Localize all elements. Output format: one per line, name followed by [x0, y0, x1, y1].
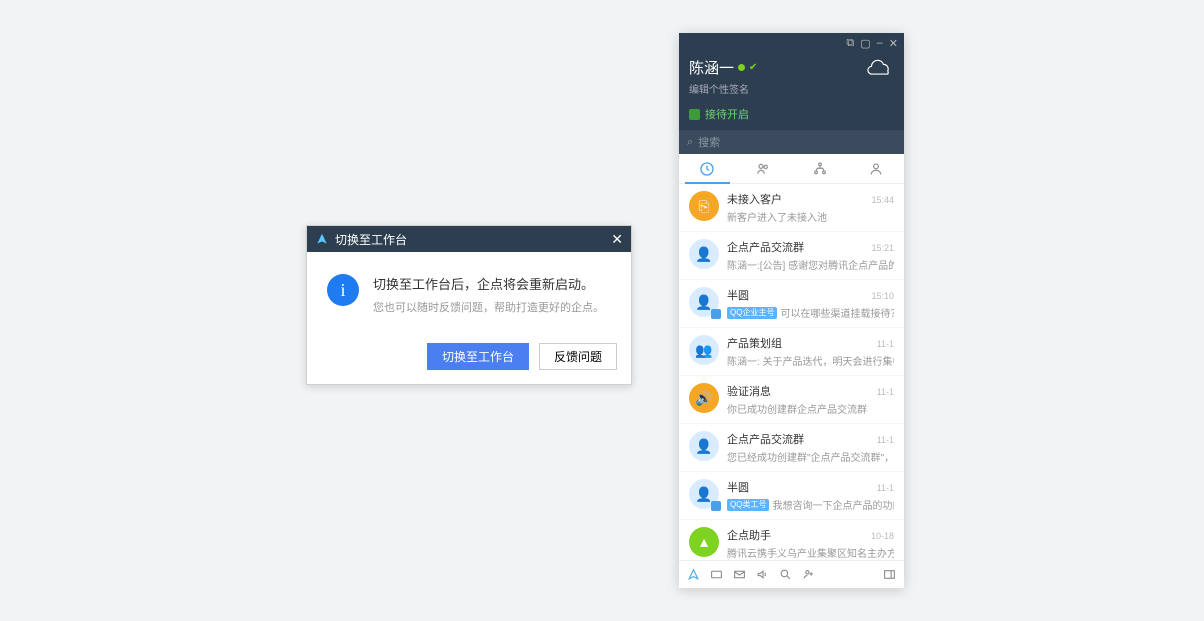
- footer-sound-icon[interactable]: [756, 568, 769, 581]
- tab-contacts[interactable]: [735, 154, 791, 183]
- main-window: ⧉ ▢ – ✕ 陈涵一 ✔ 编辑个性签名 接待开启 ⌕ 搜索: [679, 33, 904, 588]
- conversation-preview: QQ类工号我想咨询一下企点产品的功能: [727, 497, 894, 512]
- tab-recent[interactable]: [679, 154, 735, 183]
- conversation-time: 11-1: [877, 339, 894, 349]
- footer-mail-icon[interactable]: [733, 568, 746, 581]
- nav-tabs: [679, 154, 904, 184]
- conversation-time: 15:44: [871, 195, 894, 205]
- conversation-time: 11-1: [877, 435, 894, 445]
- avatar: 🔊: [689, 383, 719, 413]
- footer-adduser-icon[interactable]: [802, 568, 815, 581]
- tab-profile[interactable]: [848, 154, 904, 183]
- conversation-preview: 腾讯云携手义乌产业集聚区知名主办方举办: [727, 545, 894, 560]
- window-header: ⧉ ▢ – ✕ 陈涵一 ✔ 编辑个性签名 接待开启: [679, 33, 904, 130]
- dialog-footer: 切换至工作台 反馈问题: [307, 333, 631, 384]
- conversation-time: 11-1: [877, 483, 894, 493]
- source-badge: QQ企业主号: [727, 307, 777, 319]
- status-text: 接待开启: [705, 106, 749, 122]
- username-text: 陈涵一: [689, 57, 734, 78]
- conversation-item[interactable]: ▲ 企点助手 10-18 腾讯云携手义乌产业集聚区知名主办方举办: [679, 520, 904, 560]
- window-controls: ⧉ ▢ – ✕: [846, 37, 898, 50]
- footer-toolbar: [679, 560, 904, 588]
- avatar: 👤: [689, 239, 719, 269]
- conversation-item[interactable]: 👤 企点产品交流群 11-1 您已经成功创建群"企点产品交流群"，马上: [679, 424, 904, 472]
- switch-workbench-dialog: 切换至工作台 ✕ i 切换至工作台后，企点将会重新启动。 您也可以随时反馈问题，…: [306, 225, 632, 385]
- conversation-time: 11-1: [877, 387, 894, 397]
- conversation-title: 验证消息: [727, 383, 771, 399]
- avatar: 👥: [689, 335, 719, 365]
- source-badge: QQ类工号: [727, 499, 769, 511]
- footer-search-icon[interactable]: [779, 568, 792, 581]
- dialog-submessage: 您也可以随时反馈问题，帮助打造更好的企点。: [373, 299, 604, 315]
- conversation-preview: 陈涵一: 关于产品迭代，明天会进行集中的培: [727, 353, 894, 368]
- toggle-sidebar-icon[interactable]: ⧉: [846, 37, 854, 50]
- conversation-title: 企点产品交流群: [727, 239, 804, 255]
- conversation-preview: 您已经成功创建群"企点产品交流群"，马上: [727, 449, 894, 464]
- verified-icon: ✔: [749, 62, 757, 73]
- minimize-icon[interactable]: –: [877, 37, 883, 50]
- conversation-title: 产品策划组: [727, 335, 782, 351]
- conversation-item[interactable]: 🔊 验证消息 11-1 你已成功创建群企点产品交流群: [679, 376, 904, 424]
- conversation-preview: 新客户进入了未接入池: [727, 209, 894, 224]
- dialog-message: 切换至工作台后，企点将会重新启动。: [373, 274, 604, 293]
- username[interactable]: 陈涵一 ✔: [689, 57, 866, 78]
- conversation-item[interactable]: 👤 半圆 11-1 QQ类工号我想咨询一下企点产品的功能: [679, 472, 904, 520]
- conversation-title: 半圆: [727, 479, 749, 495]
- conversation-time: 15:10: [871, 291, 894, 301]
- status-square-icon: [689, 109, 700, 120]
- avatar: 👤: [689, 479, 719, 509]
- bubble-icon[interactable]: ▢: [860, 37, 870, 50]
- dialog-titlebar[interactable]: 切换至工作台 ✕: [307, 226, 631, 252]
- status-dot-icon: [738, 64, 745, 71]
- conversation-list: ⎘ 未接入客户 15:44 新客户进入了未接入池 👤 企点产品交流群 15:21 陈涵一:[公…: [679, 184, 904, 560]
- avatar: 👤: [689, 287, 719, 317]
- conversation-title: 半圆: [727, 287, 749, 303]
- conversation-title: 未接入客户: [727, 191, 782, 207]
- conversation-preview: 陈涵一:[公告] 感谢您对腾讯企点产品的支持: [727, 257, 894, 272]
- conversation-item[interactable]: 👤 企点产品交流群 15:21 陈涵一:[公告] 感谢您对腾讯企点产品的支持: [679, 232, 904, 280]
- conversation-item[interactable]: 👥 产品策划组 11-1 陈涵一: 关于产品迭代，明天会进行集中的培: [679, 328, 904, 376]
- app-logo-icon: [315, 232, 329, 246]
- avatar: ▲: [689, 527, 719, 557]
- footer-logo-icon[interactable]: [687, 568, 700, 581]
- search-icon: ⌕: [687, 136, 693, 149]
- conversation-item[interactable]: ⎘ 未接入客户 15:44 新客户进入了未接入池: [679, 184, 904, 232]
- cloud-icon[interactable]: [866, 57, 894, 77]
- feedback-button[interactable]: 反馈问题: [539, 343, 617, 370]
- avatar-badge-icon: [711, 309, 721, 319]
- conversation-time: 15:21: [871, 243, 894, 253]
- dialog-title: 切换至工作台: [335, 231, 611, 248]
- avatar: ⎘: [689, 191, 719, 221]
- info-icon: i: [327, 274, 359, 306]
- conversation-preview: QQ企业主号可以在哪些渠道挂载接待？: [727, 305, 894, 320]
- avatar-badge-icon: [711, 501, 721, 511]
- conversation-title: 企点产品交流群: [727, 431, 804, 447]
- close-icon[interactable]: ✕: [611, 231, 623, 248]
- tab-org[interactable]: [792, 154, 848, 183]
- reception-status[interactable]: 接待开启: [689, 106, 894, 122]
- signature[interactable]: 编辑个性签名: [689, 81, 866, 96]
- footer-panel-icon[interactable]: [883, 568, 896, 581]
- conversation-title: 企点助手: [727, 527, 771, 543]
- switch-workbench-button[interactable]: 切换至工作台: [427, 343, 529, 370]
- avatar: 👤: [689, 431, 719, 461]
- search-input[interactable]: ⌕ 搜索: [679, 130, 904, 154]
- conversation-preview: 你已成功创建群企点产品交流群: [727, 401, 894, 416]
- footer-card-icon[interactable]: [710, 568, 723, 581]
- search-placeholder: 搜索: [698, 134, 720, 150]
- conversation-item[interactable]: 👤 半圆 15:10 QQ企业主号可以在哪些渠道挂载接待？: [679, 280, 904, 328]
- close-icon[interactable]: ✕: [889, 37, 898, 50]
- dialog-body: i 切换至工作台后，企点将会重新启动。 您也可以随时反馈问题，帮助打造更好的企点…: [307, 252, 631, 333]
- conversation-time: 10-18: [871, 531, 894, 541]
